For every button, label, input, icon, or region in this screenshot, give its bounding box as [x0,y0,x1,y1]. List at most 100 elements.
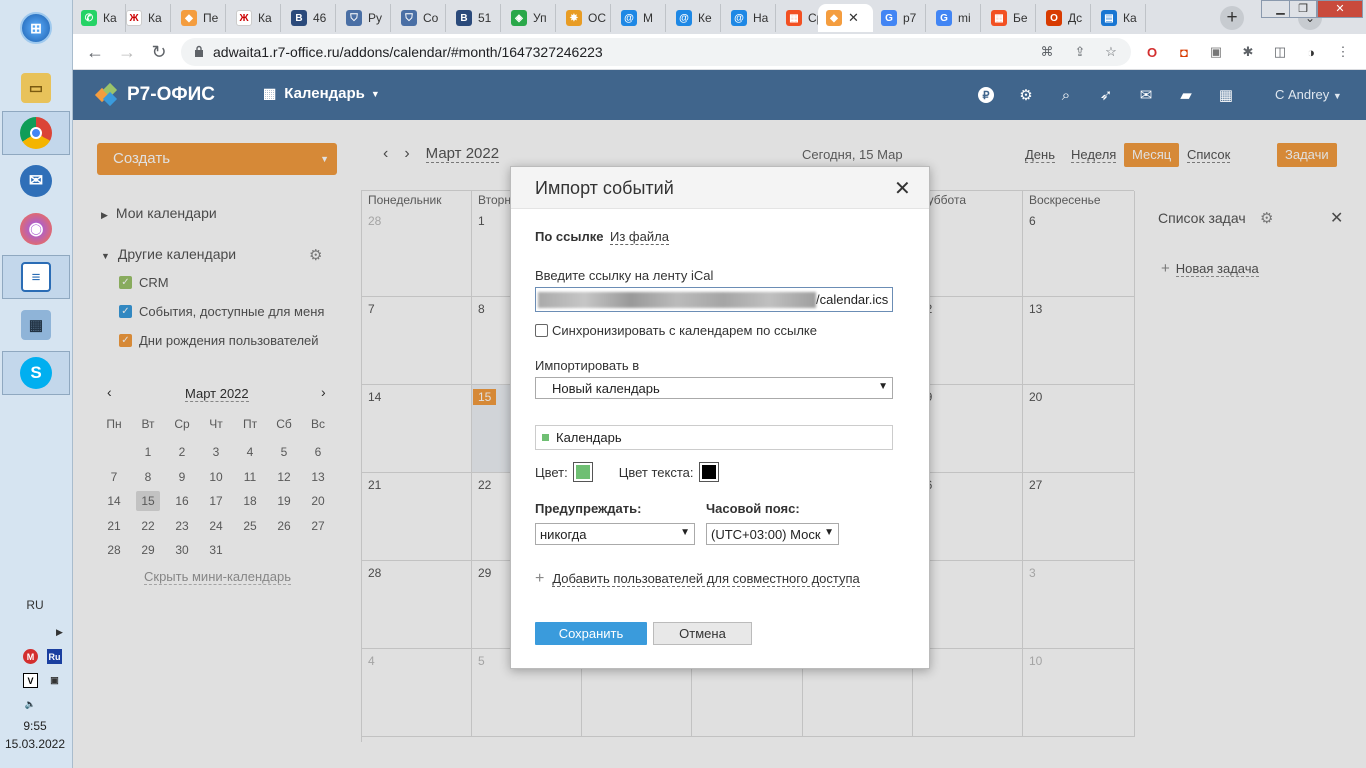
browser-tab[interactable]: O Дс [1038,4,1091,32]
maximize-button[interactable]: ❐ [1289,0,1317,18]
sync-checkbox-row[interactable]: Синхронизировать с календарем по ссылке [535,323,817,338]
new-tab-button[interactable]: + [1220,6,1244,30]
warn-select[interactable]: никогда ▼ [535,523,695,545]
tab-title: Дс [1068,11,1083,25]
google-icon: G [881,10,897,26]
browser-tab[interactable]: ◆ Пе [173,4,226,32]
whatsapp-icon: ✆ [81,10,97,26]
add-users-label: Добавить пользователей для совместного д… [552,571,860,587]
menu-dots-icon[interactable]: ⋮ [1334,43,1352,61]
yandex-icon: Ж [236,10,252,26]
vk-icon: В [456,10,472,26]
import-to-select[interactable]: Новый календарь ▼ [535,377,893,399]
chevron-down-icon: ▼ [1332,91,1342,101]
puzzle-icon[interactable]: ✱ [1239,43,1257,61]
tab-by-link[interactable]: По ссылке [535,229,603,244]
tab-title: Ка [1123,11,1137,25]
tray-v-icon[interactable]: V [23,673,38,688]
tray-ru-icon[interactable]: Ru [47,649,62,664]
close-icon[interactable]: ✕ [894,176,911,201]
tray-volume-icon[interactable]: 🔈 [23,697,38,712]
taskbar-calculator[interactable]: ▦ [2,303,70,347]
browser-tab[interactable]: Gр7 [873,4,926,32]
office-extension-icon[interactable]: ◘ [1175,43,1193,61]
profile-avatar-icon[interactable]: ◑ [1302,43,1320,61]
extension-icon[interactable]: ▣ [1207,43,1225,61]
search-icon[interactable]: ⌕ [1056,85,1076,105]
browser-tab[interactable]: @ Ке [668,4,721,32]
taskbar-skype[interactable]: S [2,351,70,395]
timezone-select[interactable]: (UTC+03:00) Москва ▼ [706,523,839,545]
browser-tab[interactable]: В 46 [283,4,336,32]
clock-time[interactable]: 9:55 [0,719,70,733]
close-window-button[interactable]: ✕ [1317,0,1363,18]
back-icon[interactable]: ← [83,41,107,65]
browser-tab[interactable]: ✸ ОС [558,4,611,32]
cancel-button[interactable]: Отмена [653,622,752,645]
close-tab-icon[interactable]: ✕ [848,10,859,26]
reload-icon[interactable]: ↻ [147,41,171,65]
share-icon[interactable]: ⇪ [1071,43,1089,61]
opera-extension-icon[interactable]: O [1143,43,1161,61]
save-button[interactable]: Сохранить [535,622,647,645]
taskbar-thunderbird[interactable]: ✉ [2,159,70,203]
bookmark-star-icon[interactable]: ☆ [1102,43,1120,61]
sync-checkbox[interactable] [535,324,548,337]
shield-icon: ⛉ [401,10,417,26]
lock-icon [195,45,203,57]
taskbar-document-editor[interactable]: ≡ [2,255,70,299]
browser-tab[interactable]: ▦ Бе [983,4,1036,32]
calculator-icon: ▦ [21,310,51,340]
mail-icon[interactable]: ✉ [1136,85,1156,105]
shield-icon: ⛉ [346,10,362,26]
module-selector[interactable]: ▦ Календарь ▼ [263,85,380,102]
browser-tab[interactable]: ⛉ Со [393,4,446,32]
language-indicator[interactable]: RU [0,598,70,612]
r7-logo[interactable]: Р7-ОФИС [94,82,215,107]
calendar-icon[interactable]: ▦ [1216,85,1236,105]
import-to-label: Импортировать в [535,358,640,373]
address-bar[interactable]: adwaita1.r7-office.ru/addons/calendar/#m… [181,38,1131,66]
tray-expand-icon[interactable]: ▶ [56,627,63,638]
browser-tab[interactable]: ◈ Уп [503,4,556,32]
calendar-name-input[interactable]: Календарь [535,425,893,450]
sidepanel-icon[interactable]: ◫ [1271,43,1289,61]
module-label: Календарь [284,85,365,102]
browser-tab[interactable]: ⛉ Ру [338,4,391,32]
add-users-link[interactable]: + Добавить пользователей для совместного… [535,570,860,588]
settings-gear-icon[interactable]: ⚙ [1016,85,1036,105]
clock-date[interactable]: 15.03.2022 [0,737,70,751]
tray-network-icon[interactable]: ▣ [47,673,62,688]
microsoft-icon: ▦ [786,10,802,26]
browser-tab[interactable]: @ На [723,4,776,32]
browser-tab[interactable]: Ж Ка [228,4,281,32]
chevron-down-icon: ▼ [878,381,888,392]
browser-tab[interactable]: @ М [613,4,666,32]
feed-icon[interactable]: ➶ [1096,85,1116,105]
timezone-value: (UTC+03:00) Москва [711,526,821,542]
calendar-color-swatch[interactable] [572,462,593,482]
tray-m-icon[interactable]: М [23,649,38,664]
logo-mark-icon [94,82,123,107]
chat-icon[interactable]: ▰ [1176,85,1196,105]
taskbar-firefox[interactable]: ◉ [2,207,70,251]
taskbar-chrome[interactable] [2,111,70,155]
user-name: С Andrey [1275,87,1330,102]
forward-icon[interactable]: → [115,41,139,65]
taskbar-file-explorer[interactable]: ▭ [2,66,70,110]
tab-from-file[interactable]: Из файла [610,229,669,245]
ical-url-input[interactable]: /calendar.ics [535,287,893,312]
start-button[interactable]: ⊞ [2,6,70,50]
user-menu[interactable]: С Andrey ▼ [1275,87,1342,102]
browser-tab[interactable]: Gmi [928,4,981,32]
browser-tab[interactable]: Ж Ка [118,4,171,32]
ruble-icon[interactable]: ₽ [976,85,996,105]
translate-icon[interactable]: ⌘ [1038,43,1056,61]
blurred-url-part [538,291,816,308]
browser-tab[interactable]: ◆ ✕ [818,4,873,32]
text-color-swatch[interactable] [698,462,719,482]
browser-tab[interactable]: ▤ Ка [1093,4,1146,32]
browser-tab[interactable]: В 51 [448,4,501,32]
r7-icon: ◆ [181,10,197,26]
at-icon: @ [731,10,747,26]
